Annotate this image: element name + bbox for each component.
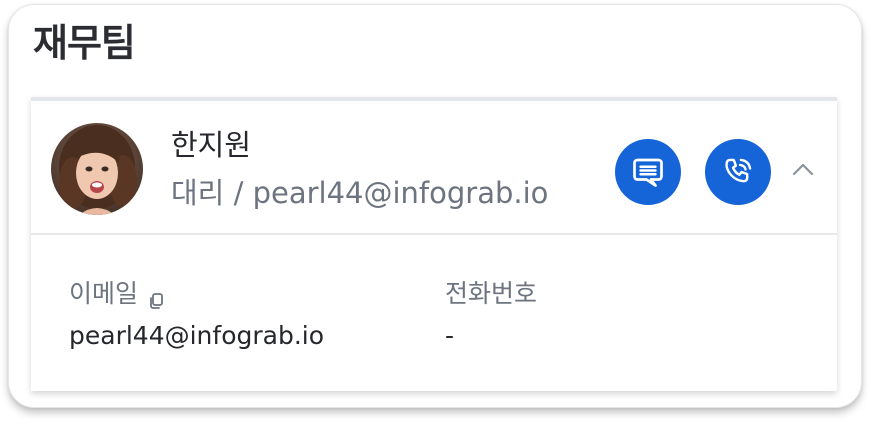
- email-detail: 이메일 pearl44@infograb.io: [69, 275, 324, 355]
- phone-label: 전화번호: [445, 279, 538, 308]
- phone-icon: [725, 158, 752, 183]
- team-title: 재무팀: [33, 21, 136, 65]
- member-card: 한지원 대리 / pearl44@infograb.io 이메일 pearl44…: [31, 97, 837, 391]
- chat-bubble-icon: [633, 158, 663, 187]
- member-title-email: 대리 / pearl44@infograb.io: [171, 176, 549, 210]
- avatar-photo: [51, 123, 143, 215]
- collapse-button[interactable]: [787, 153, 819, 185]
- email-label: 이메일: [69, 279, 139, 308]
- phone-detail: 전화번호 -: [445, 275, 537, 355]
- team-card: 재무팀 한지원 대리 / pearl44@infograb.io 이메일 pea…: [8, 4, 862, 408]
- call-button[interactable]: [705, 139, 771, 205]
- member-header[interactable]: 한지원 대리 / pearl44@infograb.io: [31, 101, 837, 235]
- copy-icon[interactable]: [146, 284, 166, 309]
- email-label-row: 이메일: [69, 275, 324, 313]
- member-name: 한지원: [171, 128, 252, 162]
- avatar: [51, 123, 143, 215]
- email-value[interactable]: pearl44@infograb.io: [69, 317, 324, 355]
- chevron-up-icon: [792, 163, 814, 176]
- phone-value: -: [445, 321, 455, 350]
- message-button[interactable]: [615, 139, 681, 205]
